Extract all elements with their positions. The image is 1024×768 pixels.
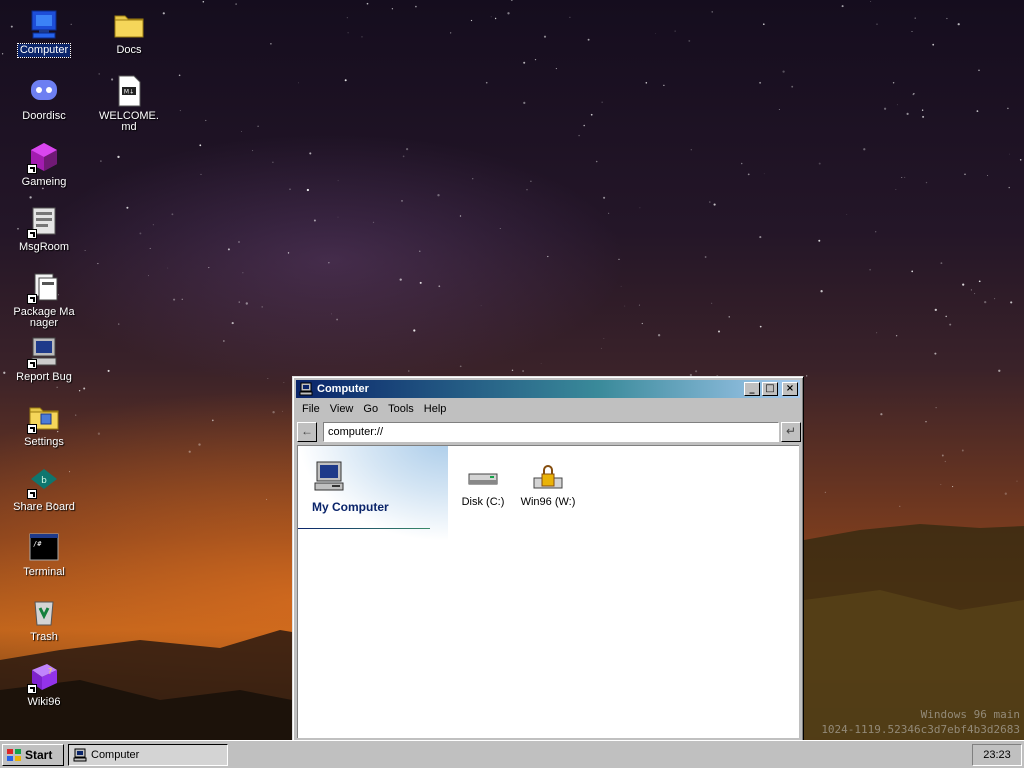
computer-window[interactable]: Computer _ □ × File View Go Tools Help ←… bbox=[292, 376, 804, 742]
trash-icon bbox=[27, 595, 61, 629]
shortcut-arrow-icon bbox=[27, 424, 37, 434]
svg-text:M↓: M↓ bbox=[124, 89, 134, 96]
taskbar-item-computer[interactable]: Computer bbox=[68, 744, 228, 766]
drive-item[interactable]: Disk (C:) bbox=[448, 464, 518, 508]
minimize-button[interactable]: _ bbox=[744, 382, 760, 396]
desktop-icon-gameing[interactable]: Gameing bbox=[4, 140, 84, 189]
sidebar-title: My Computer bbox=[312, 500, 389, 514]
shortcut-arrow-icon bbox=[27, 294, 37, 304]
wiki-book-icon: ? bbox=[27, 660, 61, 694]
computer-icon bbox=[73, 748, 87, 762]
desktop-icon-package-manager[interactable]: Package Manager bbox=[4, 270, 84, 330]
desktop-icon-terminal[interactable]: /# Terminal bbox=[4, 530, 84, 579]
menu-bar: File View Go Tools Help bbox=[297, 401, 451, 419]
computer-icon bbox=[299, 382, 313, 396]
close-button[interactable]: × bbox=[782, 382, 798, 396]
taskbar-item-label: Computer bbox=[91, 749, 140, 761]
package-icon bbox=[27, 270, 61, 304]
shortcut-arrow-icon bbox=[27, 489, 37, 499]
desktop-icon-computer[interactable]: Computer bbox=[4, 8, 84, 58]
desktop-icon-label: Computer bbox=[16, 43, 72, 58]
svg-text:?: ? bbox=[48, 667, 52, 676]
computer-icon bbox=[312, 460, 346, 494]
desktop-icon-label: Trash bbox=[30, 631, 58, 643]
drive-label: Win96 (W:) bbox=[520, 496, 576, 508]
share-board-icon: b bbox=[27, 465, 61, 499]
desktop-icon-label: Settings bbox=[24, 436, 64, 448]
window-titlebar[interactable]: Computer _ □ × bbox=[296, 380, 800, 398]
minimize-icon: _ bbox=[749, 383, 755, 394]
maximize-icon: □ bbox=[765, 383, 775, 394]
desktop-icon-label: WELCOME.md bbox=[99, 110, 159, 133]
taskbar: Start Computer 23:23 bbox=[0, 740, 1024, 768]
desktop-icon-label: Gameing bbox=[21, 176, 67, 188]
address-bar: ← ↵ bbox=[297, 421, 801, 443]
shortcut-arrow-icon bbox=[27, 684, 37, 694]
close-icon: × bbox=[785, 383, 795, 394]
desktop-icon-label: Report Bug bbox=[16, 371, 72, 383]
start-logo-icon bbox=[6, 748, 22, 762]
game-cube-icon bbox=[27, 140, 61, 174]
clock: 23:23 bbox=[983, 749, 1011, 761]
start-button[interactable]: Start bbox=[2, 744, 64, 766]
desktop-icon-doordisc[interactable]: Doordisc bbox=[4, 74, 84, 123]
desktop-icon-label: Terminal bbox=[23, 566, 65, 578]
menu-view[interactable]: View bbox=[325, 401, 359, 419]
menu-help[interactable]: Help bbox=[419, 401, 452, 419]
desktop-icon-share-board[interactable]: b Share Board bbox=[4, 465, 84, 514]
go-button[interactable]: ↵ bbox=[781, 422, 801, 442]
enter-arrow-icon: ↵ bbox=[785, 424, 797, 438]
back-button[interactable]: ← bbox=[297, 422, 317, 442]
start-label: Start bbox=[25, 748, 53, 762]
desktop-icon-label: Docs bbox=[116, 44, 142, 56]
sidebar-divider bbox=[298, 528, 430, 529]
svg-text:/#: /# bbox=[33, 540, 42, 548]
desktop-icon-trash[interactable]: Trash bbox=[4, 595, 84, 644]
settings-folder-icon bbox=[27, 400, 61, 434]
desktop-icon-label: Package Manager bbox=[13, 306, 75, 329]
desktop-icon-label: MsgRoom bbox=[18, 241, 70, 253]
shortcut-arrow-icon bbox=[27, 164, 37, 174]
system-tray-clock[interactable]: 23:23 bbox=[972, 744, 1022, 766]
menu-file[interactable]: File bbox=[297, 401, 325, 419]
maximize-button[interactable]: □ bbox=[762, 382, 778, 396]
discord-icon bbox=[27, 74, 61, 108]
desktop-icon-welcome-md[interactable]: M↓ WELCOME.md bbox=[89, 74, 169, 134]
menu-tools[interactable]: Tools bbox=[383, 401, 419, 419]
computer-icon bbox=[27, 8, 61, 42]
desktop-icon-wiki96[interactable]: ? Wiki96 bbox=[4, 660, 84, 709]
shortcut-arrow-icon bbox=[27, 229, 37, 239]
desktop-icon-msgroom[interactable]: MsgRoom bbox=[4, 205, 84, 254]
shortcut-arrow-icon bbox=[27, 359, 37, 369]
terminal-icon: /# bbox=[27, 530, 61, 564]
menu-go[interactable]: Go bbox=[358, 401, 383, 419]
bug-report-icon bbox=[27, 335, 61, 369]
desktop-icon-label: Wiki96 bbox=[27, 696, 61, 708]
watermark-version: Windows 96 main bbox=[920, 708, 1020, 721]
drive-item[interactable]: Win96 (W:) bbox=[513, 464, 583, 508]
desktop-icon-settings[interactable]: Settings bbox=[4, 400, 84, 449]
back-arrow-icon: ← bbox=[301, 424, 313, 438]
drive-label: Disk (C:) bbox=[461, 496, 505, 508]
desktop-icon-label: Share Board bbox=[13, 501, 75, 513]
markdown-file-icon: M↓ bbox=[112, 74, 146, 108]
hard-disk-icon bbox=[466, 464, 500, 494]
info-sidebar: My Computer bbox=[298, 446, 448, 726]
watermark-build: 1024-1119.52346c3d7ebf4b3d2683 bbox=[821, 723, 1020, 736]
chat-icon bbox=[27, 205, 61, 239]
folder-icon bbox=[112, 8, 146, 42]
desktop-icon-label: Doordisc bbox=[22, 110, 66, 122]
address-input[interactable] bbox=[323, 422, 779, 442]
file-view[interactable]: My Computer Disk (C:) Win96 (W:) bbox=[297, 445, 799, 738]
locked-drive-icon bbox=[531, 464, 565, 494]
desktop-icon-docs[interactable]: Docs bbox=[89, 8, 169, 57]
svg-text:b: b bbox=[41, 476, 47, 486]
desktop-icon-report-bug[interactable]: Report Bug bbox=[4, 335, 84, 384]
window-title: Computer bbox=[317, 383, 369, 395]
